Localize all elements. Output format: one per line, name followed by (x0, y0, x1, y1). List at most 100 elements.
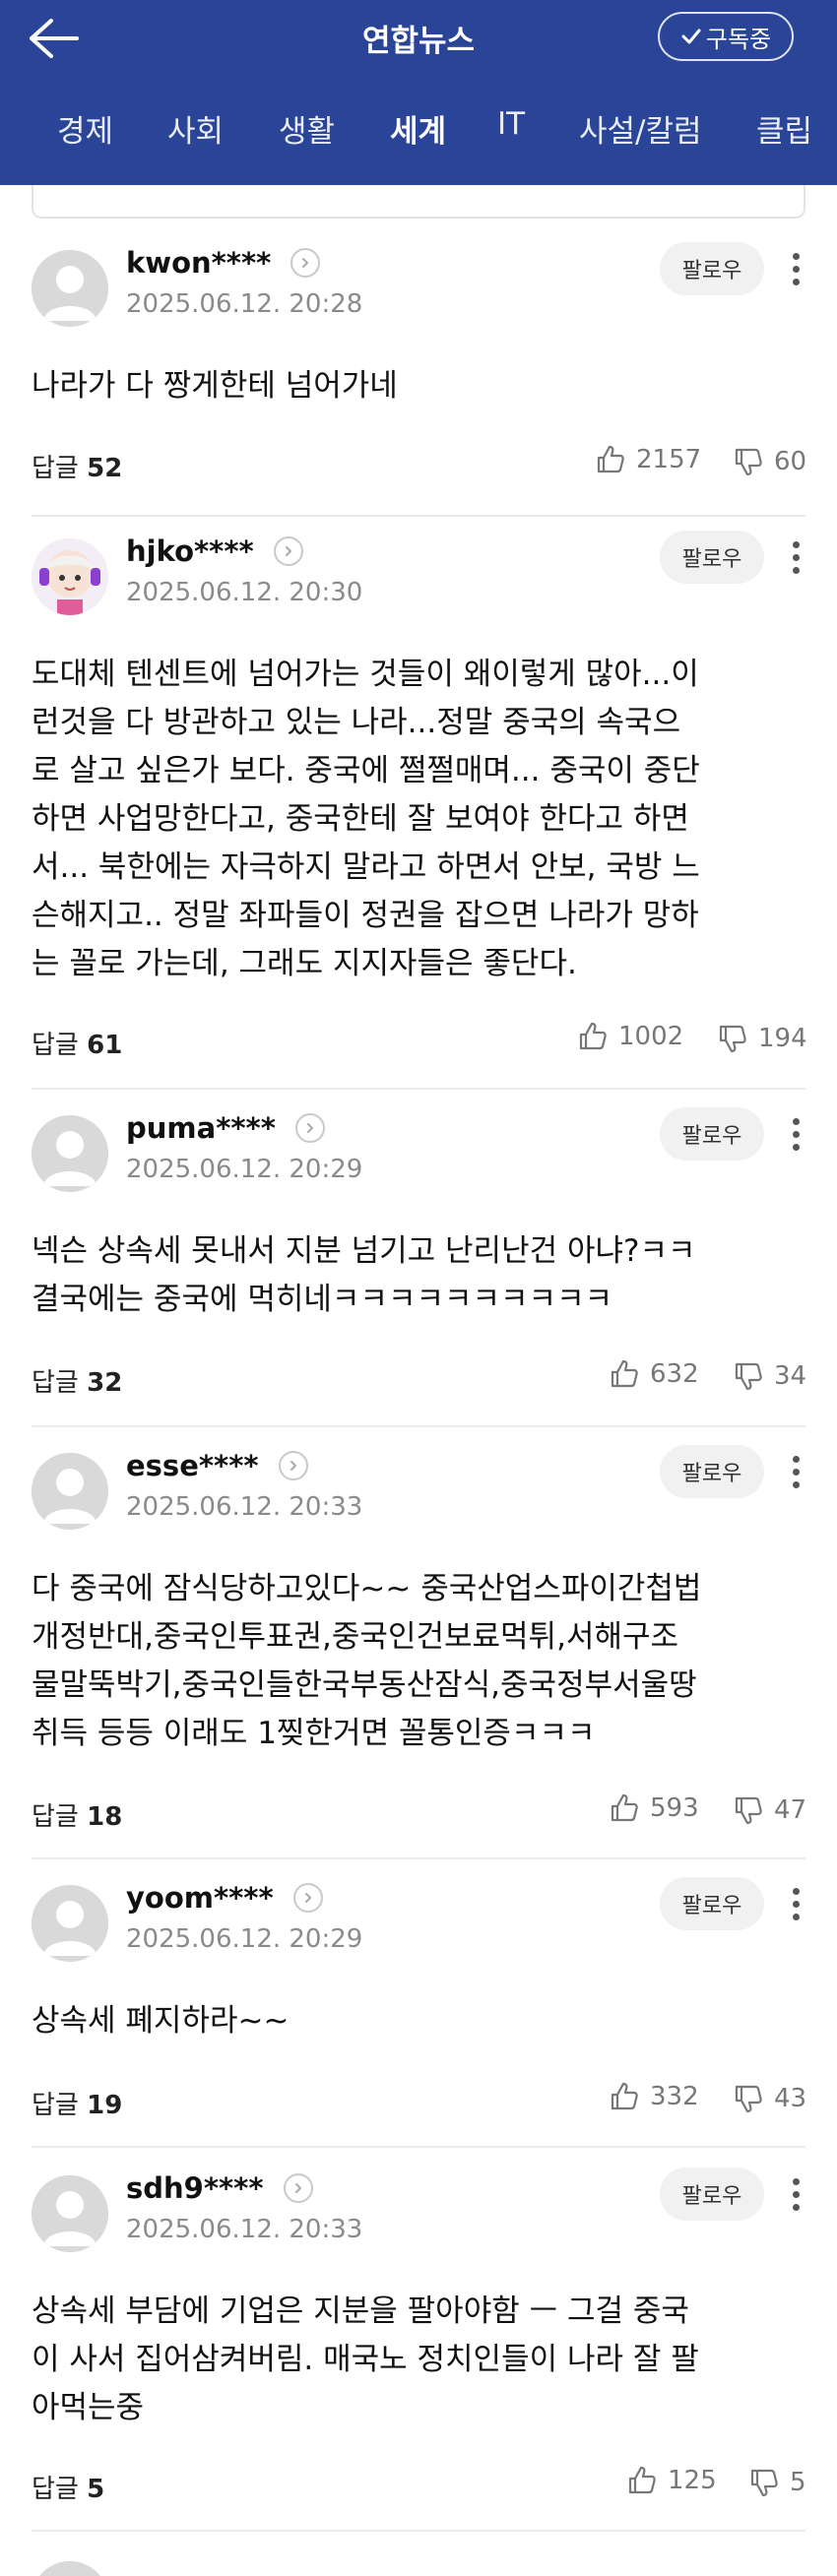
dislike-button[interactable]: 60 (733, 446, 806, 477)
thumbs-down-icon (735, 448, 762, 476)
avatar[interactable] (32, 1885, 108, 1962)
comment-text: 넥슨 상속세 못내서 지분 넘기고 난리난건 아냐?ㅋㅋ 결국에는 중국에 먹히… (32, 1233, 696, 1317)
like-button[interactable]: 125 (626, 2465, 717, 2496)
more-vertical-icon[interactable] (784, 1109, 807, 1159)
default-avatar-icon (32, 1885, 108, 1962)
divider (32, 2146, 805, 2148)
like-button[interactable]: 2157 (595, 444, 701, 475)
tab-partial[interactable]: ㅣ (0, 106, 13, 151)
dislike-count: 47 (774, 1795, 807, 1825)
avatar[interactable] (32, 1453, 108, 1530)
timestamp: 2025.06.12. 20:30 (126, 578, 363, 607)
username[interactable]: puma**** (126, 1111, 276, 1145)
more-vertical-icon[interactable] (784, 1879, 807, 1928)
username[interactable]: yoom**** (126, 1881, 274, 1915)
avatar[interactable] (32, 538, 108, 615)
thumbs-down-icon (735, 1362, 762, 1391)
dislike-count: 60 (774, 447, 807, 476)
comment-text: 도대체 텐센트에 넘어가는 것들이 왜이렇게 많아...이 런것을 다 방관하고… (32, 657, 700, 981)
default-avatar-icon (32, 250, 108, 327)
like-button[interactable]: 1002 (577, 1021, 683, 1052)
more-vertical-icon[interactable] (784, 2169, 807, 2219)
follow-button[interactable]: 팔로우 (660, 242, 764, 295)
timestamp: 2025.06.12. 20:29 (126, 1155, 363, 1184)
replies-button[interactable]: 답글 32 (32, 1362, 122, 1399)
comment-text: 다 중국에 잠식당하고있다~~ 중국산업스파이간첩법 개정반대,중국인투표권,중… (32, 1571, 702, 1751)
follow-button[interactable]: 팔로우 (660, 1107, 764, 1161)
dislike-button[interactable]: 34 (733, 1360, 806, 1392)
replies-button[interactable]: 답글 5 (32, 2469, 104, 2505)
tab-economy[interactable]: 경제 (57, 106, 113, 151)
avatar (32, 2561, 108, 2576)
more-vertical-icon[interactable] (784, 533, 807, 582)
tab-society[interactable]: 사회 (167, 106, 224, 151)
profile-chevron-button[interactable] (290, 248, 321, 278)
default-avatar-icon (32, 2561, 108, 2576)
profile-chevron-button[interactable] (292, 1883, 323, 1913)
username-row: kwon**** (126, 246, 321, 280)
comment-text: 상속세 부담에 기업은 지분을 팔아야함 ㅡ 그걸 중국 이 사서 집어삼켜버림… (32, 2293, 699, 2425)
profile-chevron-button[interactable] (278, 1451, 308, 1480)
username[interactable]: esse**** (126, 1449, 259, 1482)
replies-button[interactable]: 답글 18 (32, 1796, 122, 1833)
chevron-right-icon (304, 1893, 311, 1903)
dislike-button[interactable]: 5 (748, 2467, 806, 2498)
more-vertical-icon[interactable] (784, 1447, 807, 1496)
username-row: yoom**** (126, 1881, 323, 1915)
dislike-count: 34 (774, 1361, 807, 1391)
thumbs-down-icon (735, 2085, 762, 2113)
username[interactable]: hjko**** (126, 534, 254, 568)
dislike-button[interactable]: 47 (733, 1794, 806, 1826)
replies-label: 답글 (32, 2475, 79, 2504)
profile-chevron-button[interactable] (283, 2173, 313, 2203)
replies-count: 52 (87, 454, 123, 483)
tab-it[interactable]: IT (497, 106, 525, 142)
replies-label: 답글 (32, 454, 79, 483)
timestamp: 2025.06.12. 20:33 (126, 1492, 363, 1522)
dislike-count: 5 (790, 2468, 806, 2497)
username-row: sdh9**** (126, 2171, 313, 2205)
avatar[interactable] (32, 2175, 108, 2252)
tab-clip[interactable]: 클립 (756, 106, 812, 151)
username[interactable]: kwon**** (126, 246, 271, 280)
replies-button[interactable]: 답글 52 (32, 448, 122, 484)
follow-button[interactable]: 팔로우 (660, 531, 764, 584)
follow-button[interactable]: 팔로우 (660, 1877, 764, 1930)
divider (32, 515, 805, 517)
like-button[interactable]: 632 (609, 1358, 699, 1390)
like-count: 1002 (618, 1022, 684, 1051)
thumbs-up-icon (628, 2466, 656, 2494)
top-bar: 연합뉴스 구독중 (0, 0, 837, 77)
tab-life[interactable]: 생활 (279, 106, 335, 151)
replies-button[interactable]: 답글 19 (32, 2085, 122, 2121)
like-count: 332 (650, 2082, 699, 2111)
avatar[interactable] (32, 250, 108, 327)
profile-chevron-button[interactable] (294, 1113, 325, 1143)
profile-chevron-button[interactable] (273, 536, 303, 566)
replies-count: 18 (87, 1802, 123, 1832)
avatar[interactable] (32, 1115, 108, 1192)
more-vertical-icon[interactable] (784, 244, 807, 293)
like-count: 632 (650, 1359, 699, 1389)
like-button[interactable]: 332 (609, 2081, 699, 2112)
username[interactable]: sdh9**** (126, 2171, 264, 2205)
subscribe-button[interactable]: 구독중 (658, 12, 794, 61)
chevron-right-icon (285, 546, 291, 556)
like-button[interactable]: 593 (609, 1792, 699, 1824)
thumbs-up-icon (611, 1793, 638, 1822)
category-tabs: ㅣ 경제 사회 생활 세계 IT 사설/칼럼 클립 (0, 106, 837, 165)
follow-button[interactable]: 팔로우 (660, 2168, 764, 2221)
replies-label: 답글 (32, 1368, 79, 1398)
username-row: hjko**** (126, 534, 303, 568)
character-avatar-icon (32, 538, 108, 615)
timestamp: 2025.06.12. 20:28 (126, 289, 363, 319)
dislike-button[interactable]: 194 (717, 1023, 807, 1054)
follow-button[interactable]: 팔로우 (660, 1445, 764, 1498)
default-avatar-icon (32, 1453, 108, 1530)
dislike-button[interactable]: 43 (733, 2083, 806, 2114)
timestamp: 2025.06.12. 20:29 (126, 1924, 363, 1954)
tab-opinion[interactable]: 사설/칼럼 (579, 106, 702, 151)
divider (32, 1088, 805, 1090)
replies-button[interactable]: 답글 61 (32, 1025, 122, 1061)
tab-world[interactable]: 세계 (390, 106, 446, 151)
